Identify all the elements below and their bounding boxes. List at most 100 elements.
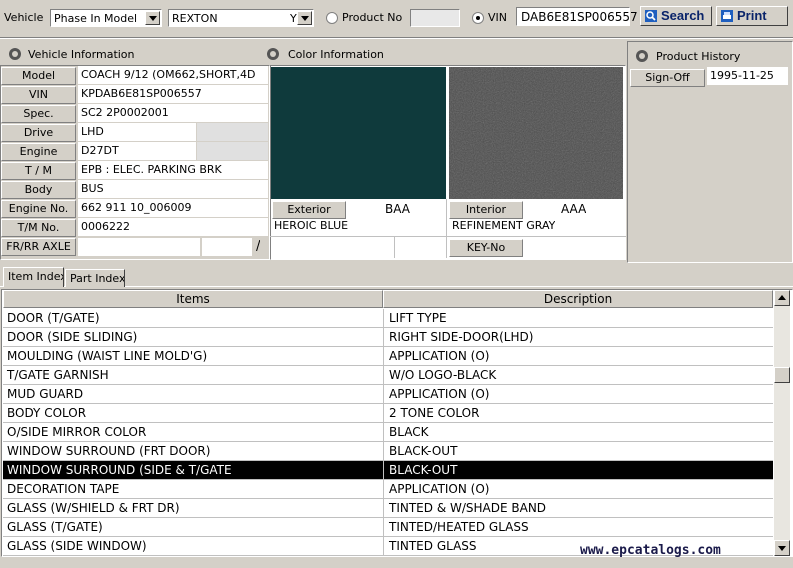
product-no-label: Product No bbox=[342, 11, 403, 24]
table-row[interactable]: GLASS (W/SHIELD & FRT DR) TINTED & W/SHAD… bbox=[3, 499, 773, 518]
axle-label-button[interactable]: FR/RR AXLE bbox=[1, 238, 76, 256]
item-cell: BODY COLOR bbox=[3, 404, 384, 422]
tm-label-button[interactable]: T / M bbox=[1, 162, 76, 180]
scrollbar-thumb[interactable] bbox=[774, 367, 790, 383]
key-no-button[interactable]: KEY-No bbox=[449, 239, 523, 257]
body-value-field: BUS bbox=[78, 180, 268, 198]
vin-label: VIN bbox=[488, 11, 507, 24]
table-row[interactable]: BODY COLOR 2 TONE COLOR bbox=[3, 404, 773, 423]
exterior-name: HEROIC BLUE bbox=[274, 219, 349, 232]
print-button-label: Print bbox=[737, 8, 767, 23]
column-header-description[interactable]: Description bbox=[383, 290, 773, 308]
rear-axle-field-left bbox=[202, 238, 252, 256]
table-body: DOOR (T/GATE) LIFT TYPE DOOR (SIDE SLIDING… bbox=[3, 309, 773, 557]
item-cell: GLASS (W/SHIELD & FRT DR) bbox=[3, 499, 384, 517]
model-select[interactable]: REXTON Y bbox=[168, 9, 314, 27]
search-mode-dropdown-button[interactable] bbox=[145, 11, 160, 25]
table-row[interactable]: DECORATION TAPE APPLICATION (O) bbox=[3, 480, 773, 499]
product-no-radio[interactable] bbox=[326, 12, 338, 24]
tab-item-index[interactable]: Item Index bbox=[3, 267, 64, 287]
engine-value-field: D27DT bbox=[78, 142, 196, 160]
arrow-up-icon bbox=[778, 295, 786, 300]
vertical-scrollbar[interactable] bbox=[774, 290, 790, 556]
gear-icon bbox=[267, 48, 279, 60]
exterior-button[interactable]: Exterior bbox=[272, 201, 346, 219]
spec-label-button[interactable]: Spec. bbox=[1, 105, 76, 123]
table-row[interactable]: WINDOW SURROUND (SIDE & T/GATE BLACK-OUT bbox=[3, 461, 773, 480]
axle-separator: / bbox=[256, 239, 261, 254]
table-row[interactable]: WINDOW SURROUND (FRT DOOR) BLACK-OUT bbox=[3, 442, 773, 461]
item-cell: MUD GUARD bbox=[3, 385, 384, 403]
description-cell: APPLICATION (O) bbox=[389, 482, 490, 496]
vehicle-label: Vehicle bbox=[4, 11, 44, 24]
drive-label-button[interactable]: Drive bbox=[1, 124, 76, 142]
toolbar-divider-highlight bbox=[0, 38, 793, 39]
table-row[interactable]: DOOR (T/GATE) LIFT TYPE bbox=[3, 309, 773, 328]
print-icon bbox=[721, 10, 733, 22]
item-cell: WINDOW SURROUND (SIDE & T/GATE bbox=[3, 461, 384, 479]
exterior-code: BAA bbox=[385, 202, 410, 216]
model-dropdown-button[interactable] bbox=[297, 11, 312, 25]
model-suffix: Y bbox=[290, 12, 297, 25]
tm-no-value-field: 0006222 bbox=[78, 218, 268, 236]
item-cell: WINDOW SURROUND (FRT DOOR) bbox=[3, 442, 384, 460]
gear-icon bbox=[9, 48, 21, 60]
search-icon bbox=[645, 10, 657, 22]
model-label-button[interactable]: Model bbox=[1, 67, 76, 85]
description-cell: BLACK bbox=[389, 425, 429, 439]
color-info-title: Color Information bbox=[288, 48, 384, 61]
table-row[interactable]: MOULDING (WAIST LINE MOLD'G) APPLICATION … bbox=[3, 347, 773, 366]
description-cell: TINTED/HEATED GLASS bbox=[389, 520, 529, 534]
signoff-button[interactable]: Sign-Off bbox=[630, 69, 705, 87]
item-cell: DOOR (SIDE SLIDING) bbox=[3, 328, 384, 346]
chevron-down-icon bbox=[149, 16, 157, 21]
scroll-up-button[interactable] bbox=[774, 290, 790, 306]
chevron-down-icon bbox=[301, 16, 309, 21]
vin-radio[interactable] bbox=[472, 12, 484, 24]
tab-part-index[interactable]: Part Index bbox=[65, 269, 125, 287]
description-cell: LIFT TYPE bbox=[389, 311, 447, 325]
product-history-title: Product History bbox=[656, 50, 741, 63]
vin-value-field: KPDAB6E81SP006557 bbox=[78, 85, 268, 103]
interior-texture bbox=[449, 67, 623, 199]
arrow-down-icon bbox=[778, 546, 786, 551]
print-button[interactable]: Print bbox=[716, 6, 788, 26]
interior-button[interactable]: Interior bbox=[449, 201, 523, 219]
body-label-button[interactable]: Body bbox=[1, 181, 76, 199]
model-value-field: COACH 9/12 (OM662,SHORT,4D bbox=[78, 66, 268, 84]
search-mode-value: Phase In Model bbox=[54, 12, 138, 25]
drive-extra-field bbox=[197, 123, 268, 141]
column-header-items[interactable]: Items bbox=[3, 290, 383, 308]
engine-no-value-field: 662 911 10_006009 bbox=[78, 199, 268, 217]
vin-label-button[interactable]: VIN bbox=[1, 86, 76, 104]
vin-input-value: DAB6E81SP006557 bbox=[521, 10, 638, 24]
scroll-down-button[interactable] bbox=[774, 540, 790, 556]
search-mode-select[interactable]: Phase In Model bbox=[50, 9, 162, 27]
description-cell: APPLICATION (O) bbox=[389, 349, 490, 363]
table-row[interactable]: O/SIDE MIRROR COLOR BLACK bbox=[3, 423, 773, 442]
table-row[interactable]: GLASS (T/GATE) TINTED/HEATED GLASS bbox=[3, 518, 773, 537]
description-cell: BLACK-OUT bbox=[389, 463, 458, 477]
vin-input[interactable]: DAB6E81SP006557 bbox=[516, 7, 638, 26]
model-value: REXTON bbox=[172, 12, 218, 25]
description-cell: BLACK-OUT bbox=[389, 444, 458, 458]
spec-value-field: SC2 2P0002001 bbox=[78, 104, 268, 122]
table-row[interactable]: T/GATE GARNISH W/O LOGO-BLACK bbox=[3, 366, 773, 385]
drive-value-field: LHD bbox=[78, 123, 196, 141]
engine-no-label-button[interactable]: Engine No. bbox=[1, 200, 76, 218]
engine-label-button[interactable]: Engine bbox=[1, 143, 76, 161]
signoff-date: 1995-11-25 bbox=[707, 67, 788, 85]
item-cell: GLASS (T/GATE) bbox=[3, 518, 384, 536]
description-cell: APPLICATION (O) bbox=[389, 387, 490, 401]
description-cell: W/O LOGO-BLACK bbox=[389, 368, 497, 382]
gear-icon bbox=[636, 50, 648, 62]
item-cell: DOOR (T/GATE) bbox=[3, 309, 384, 327]
interior-name: REFINEMENT GRAY bbox=[452, 219, 556, 232]
tm-no-label-button[interactable]: T/M No. bbox=[1, 219, 76, 237]
color-divider bbox=[270, 236, 626, 237]
table-row[interactable]: MUD GUARD APPLICATION (O) bbox=[3, 385, 773, 404]
product-no-field[interactable] bbox=[410, 9, 460, 27]
search-button[interactable]: Search bbox=[640, 6, 712, 26]
table-row[interactable]: DOOR (SIDE SLIDING) RIGHT SIDE-DOOR(LHD) bbox=[3, 328, 773, 347]
watermark-text: www.epcatalogs.com bbox=[580, 543, 721, 558]
